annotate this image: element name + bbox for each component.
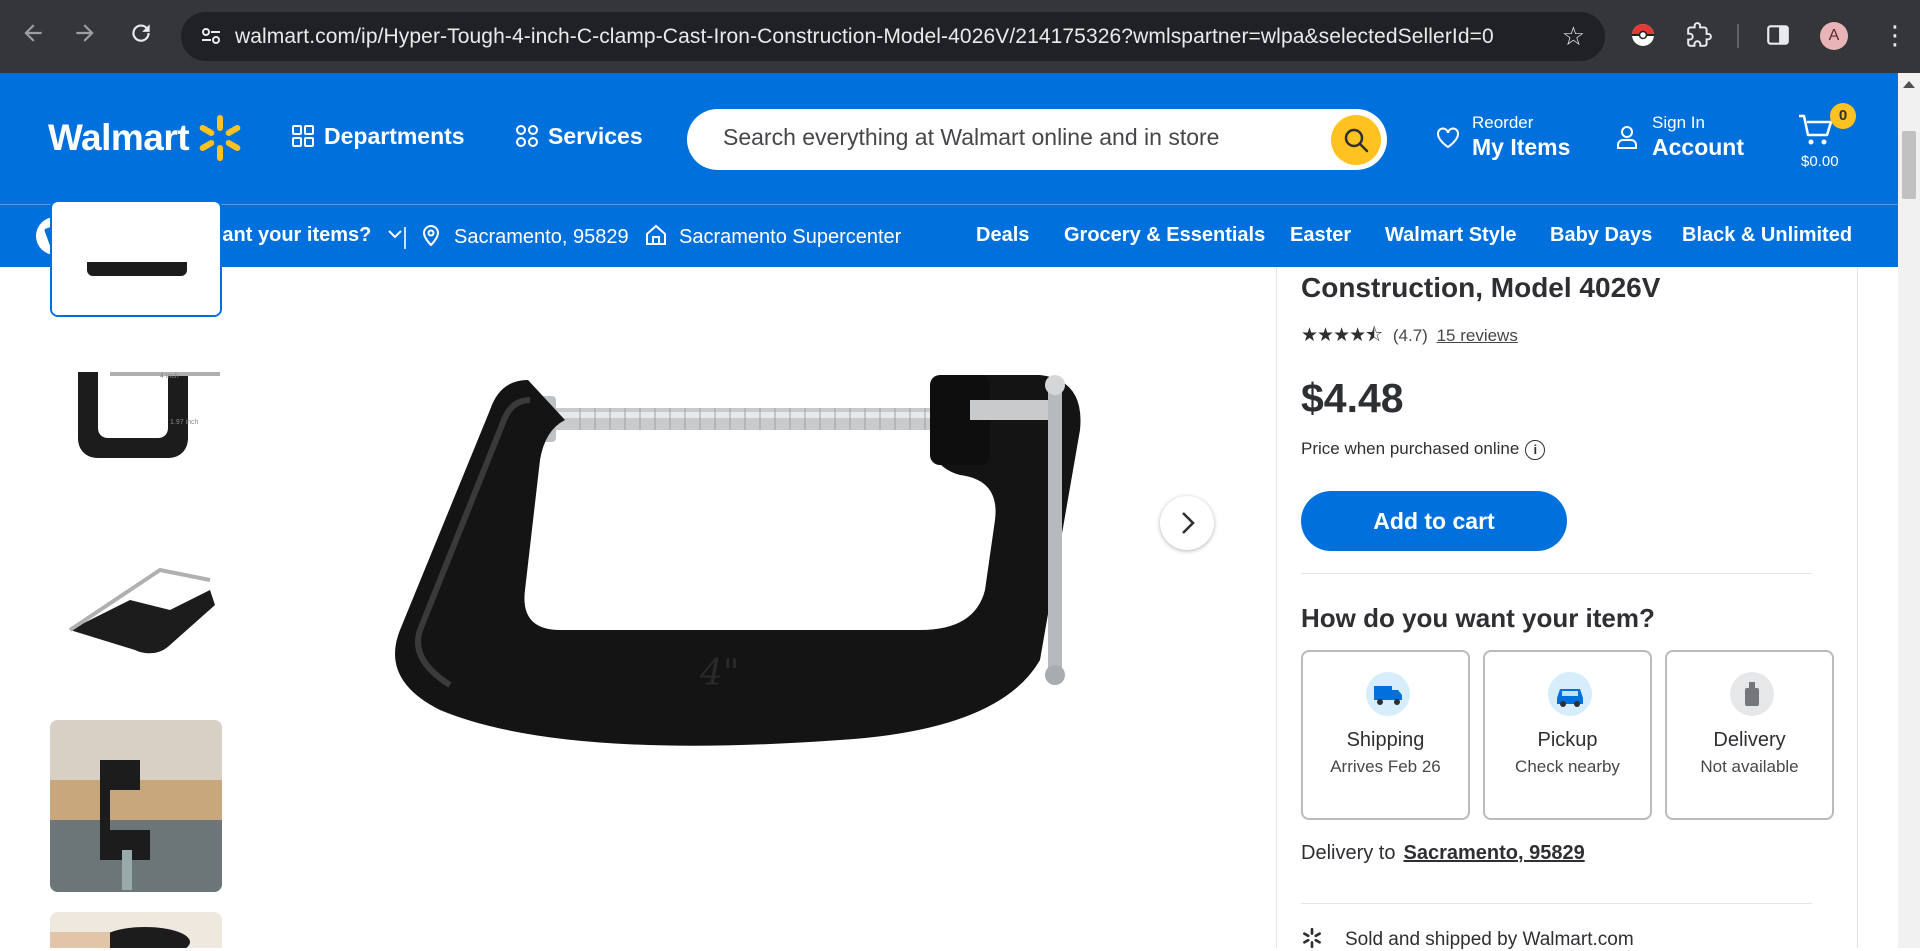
reorder-label: Reorder bbox=[1472, 113, 1534, 132]
add-to-cart-button[interactable]: Add to cart bbox=[1301, 491, 1567, 551]
cart-button[interactable]: 0 $0.00 bbox=[1797, 103, 1856, 170]
delivery-title: Delivery bbox=[1713, 729, 1786, 751]
cart-total: $0.00 bbox=[1801, 153, 1839, 170]
my-items-label: My Items bbox=[1472, 134, 1571, 160]
site-settings-icon[interactable] bbox=[199, 24, 223, 48]
secondary-nav: How do you want your items? Sacramento, … bbox=[0, 204, 1898, 267]
grid-icon bbox=[292, 125, 314, 147]
pickup-option[interactable]: Pickup Check nearby bbox=[1483, 650, 1652, 820]
browser-menu-icon[interactable]: ⋮ bbox=[1882, 18, 1908, 52]
bookmark-star-icon[interactable]: ☆ bbox=[1562, 21, 1585, 52]
reload-icon[interactable] bbox=[128, 20, 154, 53]
delivery-to-row: Delivery to Sacramento, 95829 bbox=[1301, 842, 1585, 865]
next-image-button[interactable] bbox=[1160, 496, 1214, 550]
rating-stars-icon: ★★★★⯪ bbox=[1301, 325, 1383, 346]
reviews-link[interactable]: 15 reviews bbox=[1437, 326, 1518, 345]
browser-toolbar: walmart.com/ip/Hyper-Tough-4-inch-C-clam… bbox=[0, 0, 1920, 73]
chevron-right-icon bbox=[1182, 512, 1195, 534]
shipping-title: Shipping bbox=[1346, 729, 1425, 751]
pokeball-extension-icon[interactable] bbox=[1630, 22, 1656, 53]
scrollbar-thumb[interactable] bbox=[1902, 131, 1916, 199]
pickup-title: Pickup bbox=[1537, 729, 1598, 751]
search-button[interactable] bbox=[1331, 115, 1381, 165]
price-note: Price when purchased online bbox=[1301, 439, 1520, 458]
services-button[interactable]: Services bbox=[516, 123, 643, 150]
divider bbox=[1301, 903, 1812, 904]
sign-in-label: Sign In bbox=[1652, 113, 1705, 132]
address-bar[interactable]: walmart.com/ip/Hyper-Tough-4-inch-C-clam… bbox=[181, 12, 1605, 61]
divider bbox=[1301, 573, 1812, 574]
thumbnail-5-partial[interactable] bbox=[50, 912, 222, 948]
url-text[interactable]: walmart.com/ip/Hyper-Tough-4-inch-C-clam… bbox=[235, 25, 1494, 49]
thumb-label-197inch: 1.97 inch bbox=[170, 419, 199, 426]
pickup-subtitle: Check nearby bbox=[1515, 757, 1620, 776]
nav-link-baby-days[interactable]: Baby Days bbox=[1550, 224, 1652, 247]
location-label: Sacramento, 95829 bbox=[454, 226, 629, 248]
product-buy-box: Construction, Model 4026V ★★★★⯪ (4.7) 15… bbox=[1276, 267, 1858, 951]
shipping-subtitle: Arrives Feb 26 bbox=[1330, 757, 1441, 776]
cart-count-badge: 0 bbox=[1830, 103, 1856, 129]
walmart-spark-icon[interactable] bbox=[195, 113, 245, 168]
services-label: Services bbox=[548, 123, 643, 149]
sold-by-text: Sold and shipped by Walmart.com bbox=[1345, 929, 1634, 950]
sold-by-row: Sold and shipped by Walmart.com bbox=[1301, 927, 1634, 951]
pickup-car-icon bbox=[1548, 672, 1592, 716]
store-selector[interactable]: Sacramento Supercenter bbox=[645, 224, 901, 249]
delivery-option[interactable]: Delivery Not available bbox=[1665, 650, 1834, 820]
reorder-my-items[interactable]: Reorder My Items bbox=[1436, 113, 1570, 161]
thumbnail-2[interactable]: 4 inch 1.97 inch bbox=[50, 336, 222, 508]
scroll-up-arrow-icon[interactable] bbox=[1903, 81, 1915, 88]
profile-avatar[interactable]: A bbox=[1820, 22, 1848, 50]
subnav-divider bbox=[404, 227, 406, 249]
nav-link-deals[interactable]: Deals bbox=[976, 224, 1029, 247]
shipping-truck-icon bbox=[1366, 672, 1410, 716]
thumbnail-3[interactable] bbox=[50, 520, 222, 692]
delivery-bag-icon bbox=[1730, 672, 1774, 716]
delivery-to-label: Delivery to bbox=[1301, 842, 1396, 864]
thumbnail-4-in-use[interactable] bbox=[50, 720, 222, 892]
thumb-label-4inch: 4 inch bbox=[160, 373, 179, 380]
toolbar-divider bbox=[1737, 24, 1739, 48]
heart-icon bbox=[1437, 127, 1459, 149]
product-title: Construction, Model 4026V bbox=[1301, 272, 1661, 303]
person-icon bbox=[1617, 126, 1637, 149]
rating-value: (4.7) bbox=[1392, 326, 1428, 345]
account-sign-in[interactable]: Sign In Account bbox=[1616, 113, 1744, 161]
nav-link-grocery[interactable]: Grocery & Essentials bbox=[1064, 224, 1265, 247]
info-icon[interactable]: i bbox=[1525, 439, 1546, 460]
back-arrow-icon[interactable] bbox=[20, 20, 46, 53]
shipping-option[interactable]: Shipping Arrives Feb 26 bbox=[1301, 650, 1470, 820]
page-scrollbar[interactable] bbox=[1898, 73, 1920, 948]
price: $4.48 bbox=[1301, 375, 1404, 421]
main-product-image[interactable]: 4" bbox=[380, 340, 1120, 760]
search-bar bbox=[687, 109, 1387, 170]
departments-label: Departments bbox=[324, 123, 465, 149]
store-label: Sacramento Supercenter bbox=[679, 226, 902, 248]
nav-link-easter[interactable]: Easter bbox=[1290, 224, 1351, 247]
services-icon bbox=[516, 125, 538, 147]
store-icon bbox=[646, 224, 666, 245]
extensions-puzzle-icon[interactable] bbox=[1686, 22, 1712, 53]
account-label: Account bbox=[1652, 134, 1744, 160]
clamp-size-marking: 4" bbox=[699, 653, 739, 694]
location-selector[interactable]: Sacramento, 95829 bbox=[422, 224, 629, 249]
search-icon bbox=[1344, 128, 1369, 153]
location-pin-icon bbox=[422, 225, 440, 247]
fulfillment-heading: How do you want your item? bbox=[1301, 603, 1655, 633]
nav-link-walmart-style[interactable]: Walmart Style bbox=[1385, 224, 1517, 247]
search-input[interactable] bbox=[723, 124, 1303, 151]
thumbnail-1-selected[interactable] bbox=[50, 200, 222, 317]
walmart-logo[interactable]: Walmart bbox=[48, 117, 190, 159]
nav-link-black-unlimited[interactable]: Black & Unlimited bbox=[1682, 224, 1852, 247]
chevron-down-icon bbox=[388, 230, 403, 239]
walmart-spark-small-icon bbox=[1303, 927, 1321, 949]
site-header: Walmart Departments Services Reorder My … bbox=[0, 73, 1898, 204]
delivery-location-link[interactable]: Sacramento, 95829 bbox=[1403, 842, 1584, 864]
departments-button[interactable]: Departments bbox=[292, 123, 465, 150]
forward-arrow-icon[interactable] bbox=[72, 20, 98, 53]
delivery-subtitle: Not available bbox=[1700, 757, 1799, 776]
side-panel-icon[interactable] bbox=[1765, 22, 1791, 53]
price-note-row: Price when purchased online i bbox=[1301, 439, 1546, 460]
rating-row: ★★★★⯪ (4.7) 15 reviews bbox=[1301, 321, 1518, 353]
